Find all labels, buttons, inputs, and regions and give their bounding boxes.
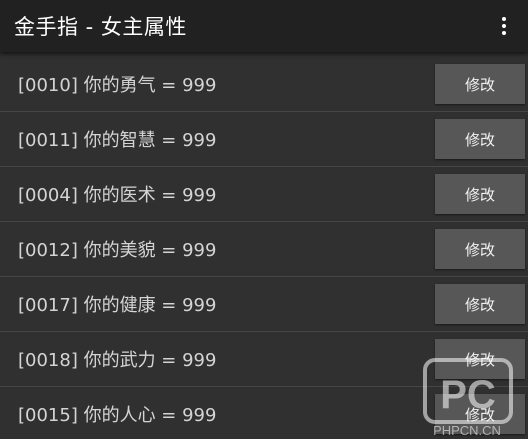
list-item: [0012] 你的美貌 = 999 修改: [0, 222, 528, 277]
attribute-label: [0004] 你的医术 = 999: [18, 185, 217, 206]
attribute-label: [0011] 你的智慧 = 999: [18, 130, 217, 151]
list-item: [0018] 你的武力 = 999 修改: [0, 332, 528, 387]
modify-button[interactable]: 修改: [435, 174, 525, 214]
attribute-label: [0010] 你的勇气 = 999: [18, 75, 217, 96]
list-item: [0004] 你的医术 = 999 修改: [0, 167, 528, 222]
more-vert-icon[interactable]: [492, 10, 516, 42]
list-item: [0010] 你的勇气 = 999 修改: [0, 57, 528, 112]
attribute-label: [0012] 你的美貌 = 999: [18, 240, 217, 261]
modify-button[interactable]: 修改: [435, 119, 525, 159]
app-screen: 金手指 - 女主属性 [0010] 你的勇气 = 999 修改 [0011] 你…: [0, 0, 528, 439]
menu-dot: [502, 24, 506, 28]
modify-button[interactable]: 修改: [435, 229, 525, 269]
modify-button[interactable]: 修改: [435, 339, 525, 379]
menu-dot: [502, 31, 506, 35]
page-title: 金手指 - 女主属性: [14, 15, 187, 39]
modify-button[interactable]: 修改: [435, 284, 525, 324]
list-item: [0011] 你的智慧 = 999 修改: [0, 112, 528, 167]
attribute-list: [0010] 你的勇气 = 999 修改 [0011] 你的智慧 = 999 修…: [0, 57, 528, 439]
app-toolbar: 金手指 - 女主属性: [0, 0, 528, 52]
modify-button[interactable]: 修改: [435, 394, 525, 434]
modify-button[interactable]: 修改: [435, 64, 525, 104]
attribute-label: [0015] 你的人心 = 999: [18, 405, 217, 426]
list-item: [0015] 你的人心 = 999 修改: [0, 387, 528, 439]
attribute-label: [0017] 你的健康 = 999: [18, 295, 217, 316]
menu-dot: [502, 17, 506, 21]
attribute-label: [0018] 你的武力 = 999: [18, 350, 217, 371]
list-item: [0017] 你的健康 = 999 修改: [0, 277, 528, 332]
